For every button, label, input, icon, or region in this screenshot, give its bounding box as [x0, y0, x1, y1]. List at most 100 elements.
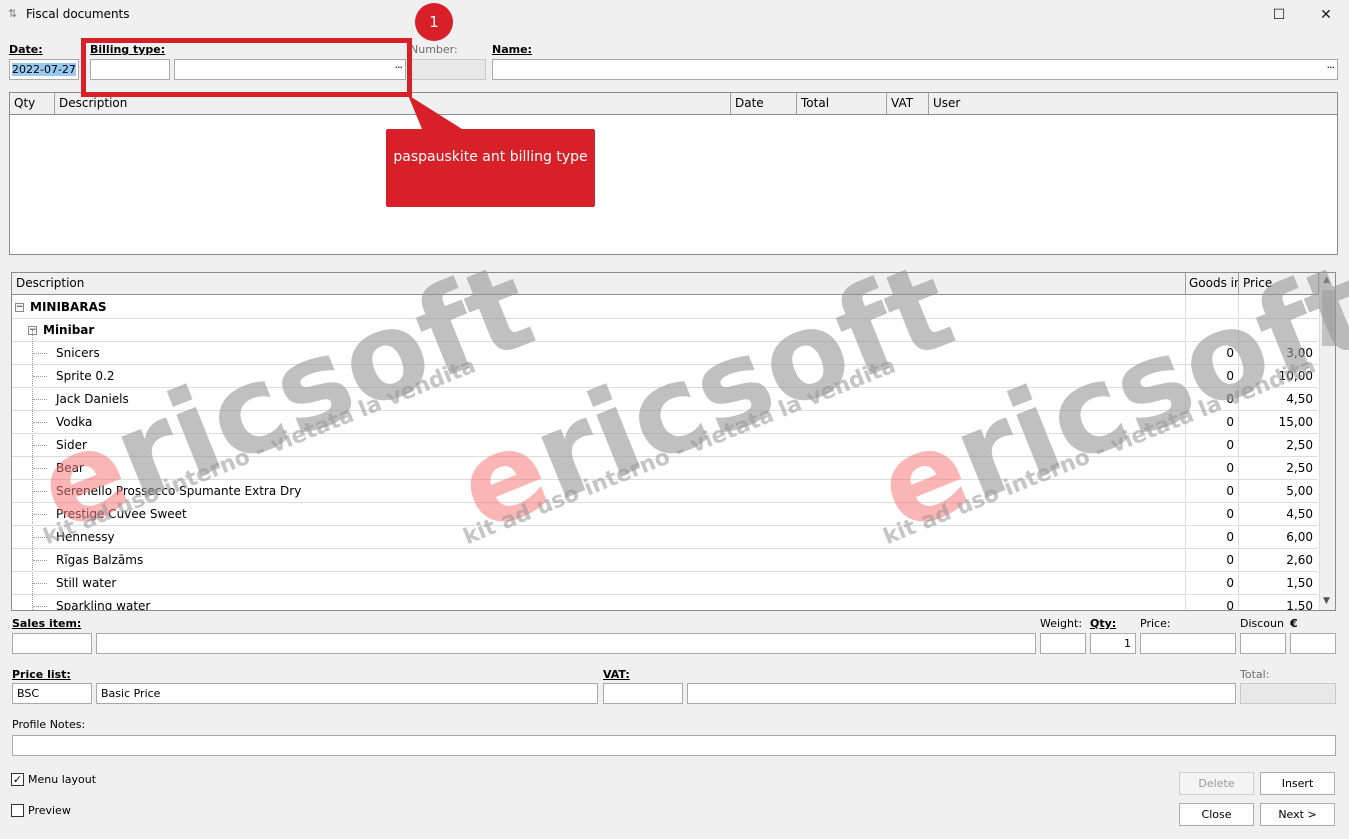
qty-label: Qty:: [1090, 617, 1117, 630]
col-price[interactable]: Price: [1239, 273, 1319, 295]
qty-field[interactable]: 1: [1090, 633, 1136, 654]
title-bar: ⇅ Fiscal documents ☐ ✕: [0, 0, 1349, 30]
discount-amount-field[interactable]: [1290, 633, 1336, 654]
table-row[interactable]: Hennessy 0 6,00: [12, 526, 1318, 549]
col-qty[interactable]: Qty: [10, 93, 55, 115]
price-list-code-field[interactable]: BSC: [12, 683, 92, 704]
scroll-up-icon[interactable]: ▲: [1323, 275, 1330, 285]
sales-item-desc-field[interactable]: [96, 633, 1036, 654]
item-price: 3,00: [1286, 346, 1313, 360]
item-description: Jack Daniels: [56, 392, 129, 406]
menu-layout-label: Menu layout: [28, 773, 97, 786]
weight-field[interactable]: [1040, 633, 1086, 654]
subgroup-row[interactable]: − Minibar: [12, 319, 1318, 342]
item-description: Bear: [56, 461, 84, 475]
item-price: 4,50: [1286, 392, 1313, 406]
table-row[interactable]: Sparkling water 0 1,50: [12, 595, 1318, 611]
item-goods-in: 0: [1226, 415, 1234, 429]
col-goods-in[interactable]: Goods in: [1186, 273, 1239, 295]
table-row[interactable]: Rīgas Balzāms 0 2,60: [12, 549, 1318, 572]
table-row[interactable]: Prestige Cuvee Sweet 0 4,50: [12, 503, 1318, 526]
collapse-icon[interactable]: −: [15, 303, 24, 312]
total-field: [1240, 683, 1336, 704]
tree-connector: [33, 353, 47, 354]
price-field[interactable]: [1140, 633, 1236, 654]
table-row[interactable]: Snicers 0 3,00: [12, 342, 1318, 365]
menu-layout-checkbox[interactable]: ✓: [11, 773, 24, 786]
preview-checkbox[interactable]: [11, 804, 24, 817]
vat-desc-field[interactable]: [687, 683, 1236, 704]
item-price: 2,50: [1286, 438, 1313, 452]
next-button[interactable]: Next >: [1260, 803, 1335, 826]
item-goods-in: 0: [1226, 484, 1234, 498]
table-row[interactable]: Jack Daniels 0 4,50: [12, 388, 1318, 411]
col-user[interactable]: User: [929, 93, 1337, 115]
tree-connector: [33, 583, 47, 584]
date-field[interactable]: 2022-07-27: [9, 59, 79, 80]
discount-field[interactable]: [1240, 633, 1286, 654]
maximize-icon[interactable]: ☐: [1264, 4, 1294, 26]
items-grid[interactable]: Description Goods in Price − MINIBARAS −…: [11, 272, 1336, 611]
vat-code-field[interactable]: [603, 683, 683, 704]
col-total[interactable]: Total: [797, 93, 887, 115]
item-price: 4,50: [1286, 507, 1313, 521]
document-lines-grid[interactable]: Qty Description Date Total VAT User: [9, 92, 1338, 255]
item-description: Sprite 0.2: [56, 369, 115, 383]
item-description: Sider: [56, 438, 87, 452]
item-description: Sparkling water: [56, 599, 151, 611]
table-row[interactable]: Sprite 0.2 0 10,00: [12, 365, 1318, 388]
item-price: 10,00: [1278, 369, 1313, 383]
date-value: 2022-07-27: [12, 63, 76, 76]
item-goods-in: 0: [1226, 346, 1234, 360]
price-list-name-field[interactable]: Basic Price: [96, 683, 598, 704]
item-price: 2,50: [1286, 461, 1313, 475]
vertical-scrollbar[interactable]: ▲ ▼: [1319, 273, 1335, 610]
close-button[interactable]: Close: [1179, 803, 1254, 826]
item-goods-in: 0: [1226, 461, 1234, 475]
group-row[interactable]: − MINIBARAS: [12, 296, 1318, 319]
tree-connector: [33, 468, 47, 469]
tree-connector: [33, 422, 47, 423]
profile-notes-field[interactable]: [12, 735, 1336, 756]
callout-text: paspauskite ant billing type: [386, 129, 595, 207]
item-price: 1,50: [1286, 599, 1313, 611]
vat-label: VAT:: [603, 668, 630, 681]
item-description: Still water: [56, 576, 117, 590]
table-row[interactable]: Still water 0 1,50: [12, 572, 1318, 595]
close-icon[interactable]: ✕: [1311, 4, 1341, 26]
sales-item-code-field[interactable]: [12, 633, 92, 654]
col-item-description[interactable]: Description: [12, 273, 1186, 295]
window-title: Fiscal documents: [26, 7, 130, 21]
table-row[interactable]: Vodka 0 15,00: [12, 411, 1318, 434]
number-field: [410, 59, 486, 80]
table-row[interactable]: Sider 0 2,50: [12, 434, 1318, 457]
tree-connector: [33, 560, 47, 561]
item-description: Rīgas Balzāms: [56, 553, 144, 567]
sales-item-label: Sales item:: [12, 617, 82, 630]
app-icon: ⇅: [8, 7, 18, 20]
weight-label: Weight:: [1040, 617, 1083, 630]
scroll-down-icon[interactable]: ▼: [1323, 596, 1330, 606]
step-badge: 1: [415, 3, 453, 41]
item-price: 2,60: [1286, 553, 1313, 567]
tree-connector: [33, 537, 47, 538]
scrollbar-thumb[interactable]: [1322, 290, 1335, 346]
table-row[interactable]: Bear 0 2,50: [12, 457, 1318, 480]
date-label: Date:: [9, 43, 43, 56]
name-browse-icon[interactable]: ···: [1327, 61, 1335, 74]
item-goods-in: 0: [1226, 392, 1234, 406]
item-description: Vodka: [56, 415, 93, 429]
currency-label: €: [1290, 617, 1298, 630]
col-date[interactable]: Date: [731, 93, 797, 115]
name-field[interactable]: ···: [492, 59, 1338, 80]
delete-button[interactable]: Delete: [1179, 772, 1254, 795]
tree-connector: [33, 399, 47, 400]
item-description: Hennessy: [56, 530, 115, 544]
price-list-label: Price list:: [12, 668, 71, 681]
tree-connector: [33, 445, 47, 446]
col-vat[interactable]: VAT: [887, 93, 929, 115]
item-goods-in: 0: [1226, 369, 1234, 383]
table-row[interactable]: Serenello Prossecco Spumante Extra Dry 0 5…: [12, 480, 1318, 503]
insert-button[interactable]: Insert: [1260, 772, 1335, 795]
item-goods-in: 0: [1226, 599, 1234, 611]
